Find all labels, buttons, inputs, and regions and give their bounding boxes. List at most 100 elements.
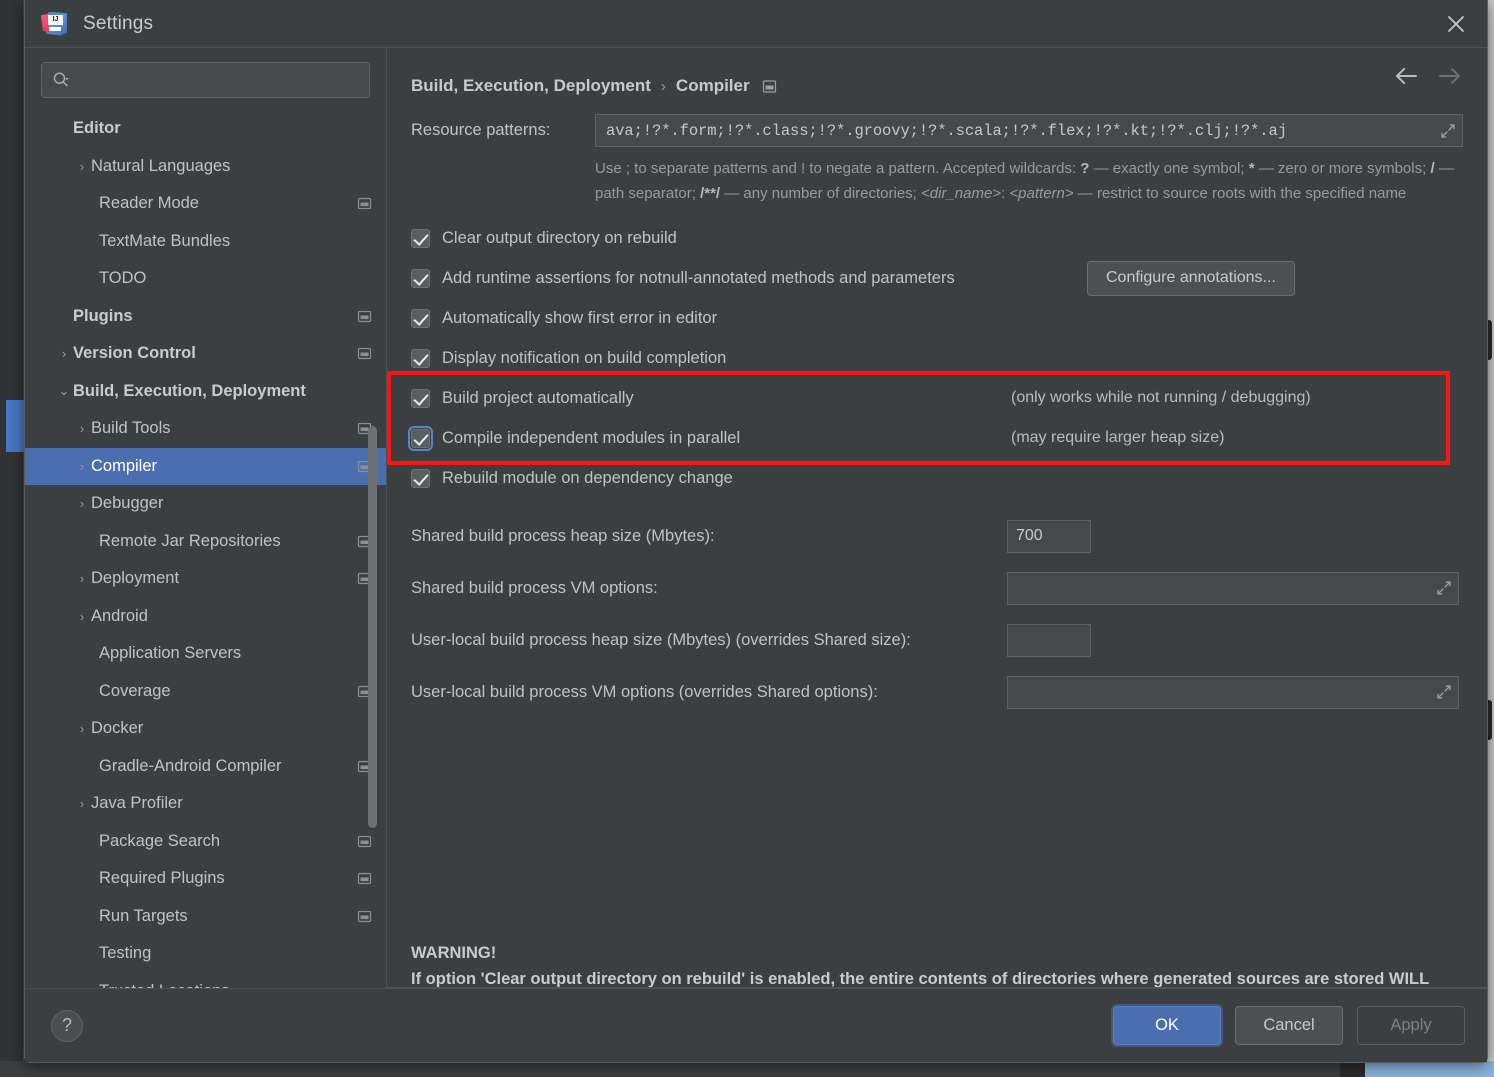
background-selection-highlight: [6, 400, 24, 452]
compiler-options-list: Clear output directory on rebuild Add run…: [408, 218, 1463, 498]
sidebar-item-label: Android: [91, 606, 148, 625]
input-user-local-build-process-heap-size-mbytes-over[interactable]: [1007, 623, 1091, 657]
input-shared-build-process-vm-options[interactable]: [1016, 578, 1432, 598]
sidebar-item-android[interactable]: › Android: [25, 598, 386, 636]
sidebar-scrollbar[interactable]: [368, 48, 377, 988]
sidebar-item-label: TextMate Bundles: [99, 231, 231, 250]
sidebar-item-gradle-android-compiler[interactable]: ›Gradle-Android Compiler: [25, 748, 386, 786]
checkbox-add-runtime-assertions-for-notnull-annotated-m[interactable]: [411, 268, 430, 288]
field-wrap-shared-build-process-vm-options[interactable]: [1007, 571, 1459, 605]
checkbox-automatically-show-first-error-in-editor[interactable]: [411, 308, 430, 328]
expand-editor-icon[interactable]: [1436, 580, 1452, 596]
breadcrumb-parent[interactable]: Build, Execution, Deployment: [411, 76, 651, 96]
checkbox-row-rebuild-module-on-dependency-change[interactable]: Rebuild module on dependency change: [411, 458, 1463, 498]
sidebar-item-testing[interactable]: ›Testing: [25, 935, 386, 973]
sidebar-item-label: Compiler: [91, 456, 158, 475]
search-input[interactable]: [78, 71, 359, 89]
chevron-down-icon[interactable]: ⌄: [55, 383, 73, 399]
warning-body: If option 'Clear output directory on reb…: [411, 970, 1429, 988]
checkbox-row-add-runtime-assertions-for-notnull-annotated-m[interactable]: Add runtime assertions for notnull-annot…: [411, 258, 1463, 298]
sidebar-item-label: Remote Jar Repositories: [99, 531, 281, 550]
chevron-right-icon[interactable]: ›: [73, 796, 91, 811]
chevron-right-icon[interactable]: ›: [73, 721, 91, 736]
chevron-right-icon[interactable]: ›: [55, 346, 73, 361]
sidebar-item-docker[interactable]: › Docker: [25, 710, 386, 748]
search-field[interactable]: [41, 62, 370, 98]
dialog-footer: ? OK Cancel Apply: [25, 988, 1487, 1062]
cancel-button[interactable]: Cancel: [1235, 1006, 1343, 1045]
apply-button[interactable]: Apply: [1357, 1006, 1465, 1045]
warning-message: WARNING! If option 'Clear output directo…: [411, 940, 1451, 988]
field-label: Shared build process heap size (Mbytes):: [411, 526, 715, 545]
arrow-left-icon[interactable]: [1393, 66, 1419, 86]
sidebar-item-build-execution-deployment[interactable]: ⌄ Build, Execution, Deployment: [25, 373, 386, 411]
chevron-right-icon[interactable]: ›: [73, 459, 91, 474]
expand-editor-icon[interactable]: [1436, 684, 1452, 700]
sidebar-item-compiler[interactable]: › Compiler: [25, 447, 386, 485]
input-shared-build-process-heap-size-mbytes[interactable]: [1007, 519, 1091, 553]
sidebar-item-natural-languages[interactable]: › Natural Languages: [25, 148, 386, 186]
sidebar-item-java-profiler[interactable]: › Java Profiler: [25, 785, 386, 823]
chevron-right-icon[interactable]: ›: [73, 421, 91, 436]
sidebar-item-run-targets[interactable]: ›Run Targets: [25, 898, 386, 936]
checkbox-row-compile-independent-modules-in-parallel[interactable]: Compile independent modules in parallel (…: [408, 418, 1463, 458]
sidebar-item-todo[interactable]: ›TODO: [25, 260, 386, 298]
field-row-user-local-build-process-vm-options-overrides-: User-local build process VM options (ove…: [411, 666, 1463, 718]
project-scope-badge-icon[interactable]: [762, 79, 777, 94]
arrow-right-icon[interactable]: [1437, 66, 1463, 86]
close-icon[interactable]: [1425, 0, 1487, 47]
sidebar-item-remote-jar-repositories[interactable]: ›Remote Jar Repositories: [25, 523, 386, 561]
checkbox-display-notification-on-build-completion[interactable]: [411, 348, 430, 368]
sidebar-item-editor[interactable]: ›Editor: [25, 110, 386, 148]
breadcrumb-current: Compiler: [675, 76, 750, 95]
dialog-body: ›Editor›Natural Languages›Reader Mode›Te…: [25, 48, 1487, 988]
chevron-right-icon[interactable]: ›: [73, 571, 91, 586]
dialog-title: Settings: [83, 12, 154, 34]
configure-annotations-button[interactable]: Configure annotations...: [1087, 260, 1295, 296]
chevron-right-icon[interactable]: ›: [73, 159, 91, 174]
sidebar-item-trusted-locations[interactable]: ›Trusted Locations: [25, 973, 386, 988]
sidebar-item-coverage[interactable]: ›Coverage: [25, 673, 386, 711]
expand-editor-icon[interactable]: [1440, 123, 1456, 139]
search-container: [25, 48, 386, 108]
field-row-shared-build-process-vm-options: Shared build process VM options:: [411, 562, 1463, 614]
sidebar-item-required-plugins[interactable]: ›Required Plugins: [25, 860, 386, 898]
sidebar-item-plugins[interactable]: ›Plugins: [25, 298, 386, 336]
checkbox-label: Compile independent modules in parallel: [442, 428, 741, 447]
settings-tree[interactable]: ›Editor›Natural Languages›Reader Mode›Te…: [25, 108, 386, 988]
sidebar-item-debugger[interactable]: › Debugger: [25, 485, 386, 523]
sidebar-item-application-servers[interactable]: ›Application Servers: [25, 635, 386, 673]
sidebar-item-label: Deployment: [91, 569, 180, 588]
sidebar-item-version-control[interactable]: › Version Control: [25, 335, 386, 373]
sidebar-item-reader-mode[interactable]: ›Reader Mode: [25, 185, 386, 223]
resource-patterns-field[interactable]: [595, 114, 1463, 147]
checkbox-build-project-automatically[interactable]: [411, 388, 430, 408]
hint-part-3: — zero or more symbols;: [1254, 160, 1431, 177]
checkbox-rebuild-module-on-dependency-change[interactable]: [411, 468, 430, 488]
checkbox-row-automatically-show-first-error-in-editor[interactable]: Automatically show first error in editor: [411, 298, 1463, 338]
sidebar-item-textmate-bundles[interactable]: ›TextMate Bundles: [25, 223, 386, 261]
checkbox-compile-independent-modules-in-parallel[interactable]: [408, 425, 433, 451]
input-user-local-build-process-vm-options-overrides-[interactable]: [1016, 682, 1432, 702]
sidebar-item-label: Package Search: [99, 831, 221, 850]
sidebar-scrollbar-thumb[interactable]: [368, 426, 377, 828]
field-row-user-local-build-process-heap-size-mbytes-over: User-local build process heap size (Mbyt…: [411, 614, 1463, 666]
compiler-settings-form: Resource patterns: Use ; to separate pat…: [387, 114, 1487, 718]
sidebar-item-build-tools[interactable]: › Build Tools: [25, 410, 386, 448]
chevron-right-icon[interactable]: ›: [73, 609, 91, 624]
checkbox-clear-output-directory-on-rebuild[interactable]: [411, 228, 430, 248]
checkbox-label: Add runtime assertions for notnull-annot…: [442, 268, 955, 287]
checkbox-row-build-project-automatically[interactable]: Build project automatically (only works w…: [411, 378, 1463, 418]
resource-patterns-input[interactable]: [604, 120, 1436, 141]
sidebar-item-deployment[interactable]: › Deployment: [25, 560, 386, 598]
sidebar-item-package-search[interactable]: ›Package Search: [25, 823, 386, 861]
sidebar-item-label: Version Control: [73, 344, 196, 363]
checkbox-row-display-notification-on-build-completion[interactable]: Display notification on build completion: [411, 338, 1463, 378]
field-wrap-user-local-build-process-vm-options-overrides-[interactable]: [1007, 675, 1459, 709]
chevron-right-icon[interactable]: ›: [73, 496, 91, 511]
breadcrumb-separator-icon: ›: [660, 77, 666, 95]
checkbox-row-clear-output-directory-on-rebuild[interactable]: Clear output directory on rebuild: [411, 218, 1463, 258]
help-button[interactable]: ?: [51, 1009, 83, 1042]
ok-button[interactable]: OK: [1113, 1006, 1221, 1045]
sidebar-item-label: Build, Execution, Deployment: [73, 381, 306, 400]
